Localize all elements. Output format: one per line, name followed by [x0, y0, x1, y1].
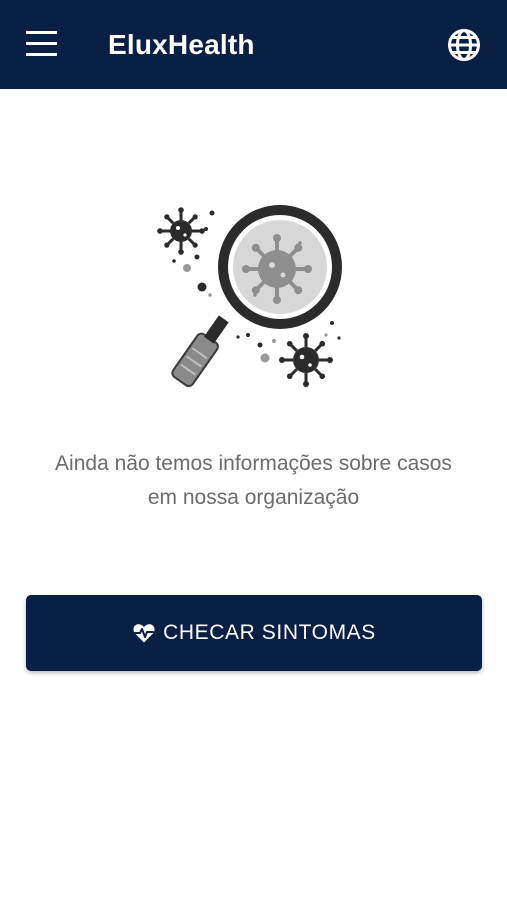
check-symptoms-label: CHECAR SINTOMAS [163, 621, 376, 644]
heart-pulse-icon [132, 622, 156, 644]
menu-icon [26, 31, 57, 56]
menu-button[interactable] [22, 26, 62, 62]
empty-state-message: Ainda não temos informações sobre casos … [55, 452, 452, 509]
app-bar: EluxHealth [0, 0, 507, 89]
app-title: EluxHealth [108, 29, 255, 60]
language-button[interactable] [446, 27, 482, 63]
globe-icon [448, 29, 480, 61]
virus-magnifier-illustration [150, 195, 360, 395]
check-symptoms-button[interactable]: CHECAR SINTOMAS [26, 595, 482, 671]
